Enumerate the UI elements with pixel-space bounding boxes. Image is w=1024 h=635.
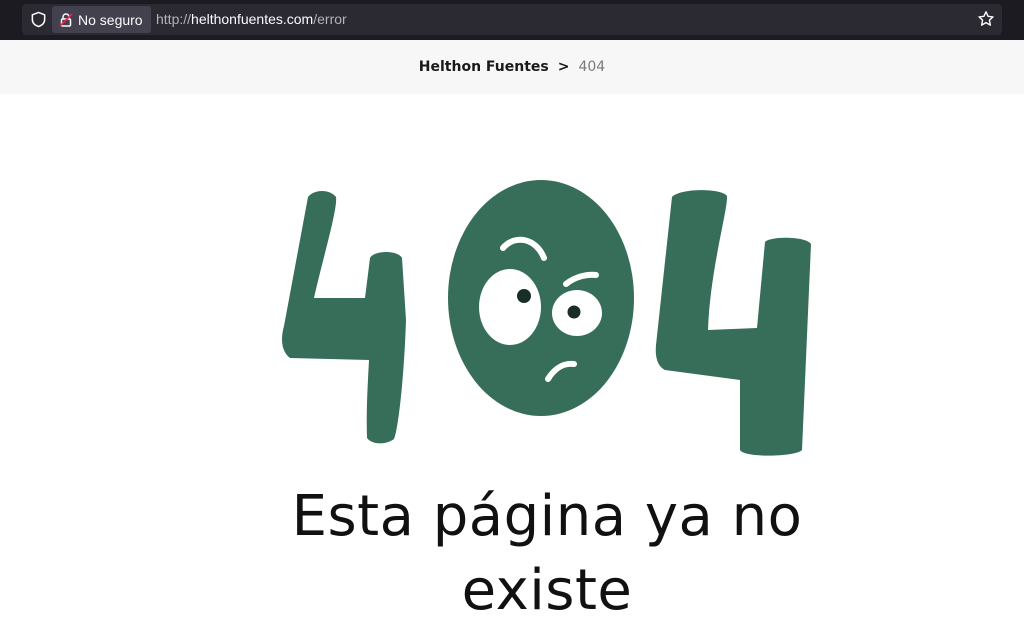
breadcrumb: Helthon Fuentes > 404 [0, 40, 1024, 94]
security-label: No seguro [78, 11, 143, 28]
url-text[interactable]: http://helthonfuentes.com/error [156, 4, 347, 35]
url-scheme: http:// [156, 11, 192, 27]
url-path: /error [313, 11, 347, 27]
breadcrumb-current: 404 [578, 59, 606, 75]
star-icon[interactable] [977, 10, 995, 28]
lock-warning-icon [59, 12, 73, 27]
url-host: helthonfuentes.com [191, 11, 314, 27]
digit-four-left [282, 191, 406, 444]
left-pupil [517, 289, 531, 303]
digit-four-right [655, 190, 811, 456]
error-404-illustration: 404 [282, 180, 811, 456]
browser-toolbar: No seguro http://helthonfuentes.com/erro… [0, 0, 1024, 40]
digit-zero-face [448, 180, 634, 416]
breadcrumb-home-link[interactable]: Helthon Fuentes [419, 59, 549, 75]
address-bar[interactable]: No seguro http://helthonfuentes.com/erro… [22, 4, 1002, 35]
error-message: Esta página ya no existe [291, 484, 803, 623]
shield-icon[interactable] [30, 11, 47, 28]
breadcrumb-separator: > [557, 59, 570, 75]
not-secure-indicator[interactable]: No seguro [52, 6, 151, 33]
right-pupil [567, 305, 581, 319]
left-eye [479, 269, 541, 345]
